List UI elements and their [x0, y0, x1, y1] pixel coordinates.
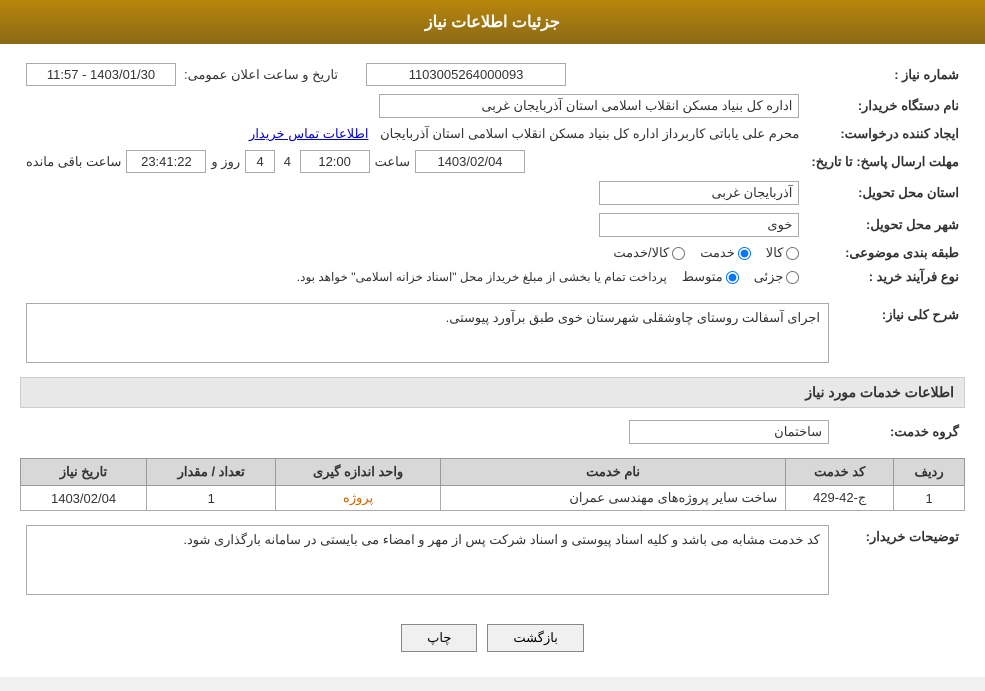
days-label: روز و	[211, 154, 240, 170]
radio-khedmat-input[interactable]	[738, 247, 751, 260]
print-button[interactable]: چاپ	[401, 624, 477, 652]
org-name-label: نام دستگاه خریدار:	[858, 98, 959, 113]
service-group-label: گروه خدمت:	[890, 424, 959, 439]
deadline-time: 12:00	[300, 150, 370, 173]
radio-mota-input[interactable]	[726, 271, 739, 284]
radio-kala-khedmat-input[interactable]	[672, 247, 685, 260]
page-title: جزئیات اطلاعات نیاز	[425, 14, 560, 31]
creator-label: ایجاد کننده درخواست:	[840, 126, 959, 141]
radio-jozii-input[interactable]	[786, 271, 799, 284]
col-name: نام خدمت	[440, 459, 785, 486]
col-quantity: تعداد / مقدار	[147, 459, 276, 486]
org-name-value: اداره کل بنیاد مسکن انقلاب اسلامی استان …	[379, 94, 799, 118]
radio-kala[interactable]: کالا	[766, 245, 800, 261]
buyer-notes-value: کد خدمت مشابه می باشد و کلیه اسناد پیوست…	[26, 525, 829, 595]
deadline-date: 1403/02/04	[415, 150, 525, 173]
cell-name: ساخت سایر پروژه‌های مهندسی عمران	[440, 486, 785, 511]
cell-code: ج-42-429	[786, 486, 894, 511]
city-label: شهر محل تحویل:	[866, 217, 959, 232]
radio-jozii-label: جزئی	[754, 269, 784, 285]
category-label: طبقه بندی موضوعی:	[845, 245, 959, 260]
request-number-label: شماره نیاز :	[894, 67, 959, 82]
cell-unit: پروژه	[276, 486, 441, 511]
cell-date: 1403/02/04	[21, 486, 147, 511]
province-value: آذربایجان غربی	[599, 181, 799, 205]
services-section-header: اطلاعات خدمات مورد نیاز	[20, 377, 965, 408]
radio-kala-khedmat-label: کالا/خدمت	[613, 245, 669, 261]
province-label: استان محل تحویل:	[858, 185, 959, 200]
radio-mota[interactable]: متوسط	[682, 269, 739, 285]
cell-quantity: 1	[147, 486, 276, 511]
deadline-days: 4	[245, 150, 275, 173]
radio-jozii[interactable]: جزئی	[754, 269, 800, 285]
radio-mota-label: متوسط	[682, 269, 723, 285]
description-label: شرح کلی نیاز:	[882, 307, 959, 322]
cell-row-num: 1	[894, 486, 965, 511]
col-date: تاریخ نیاز	[21, 459, 147, 486]
table-row: 1 ج-42-429 ساخت سایر پروژه‌های مهندسی عم…	[21, 486, 965, 511]
datetime-label: تاریخ و ساعت اعلان عمومی:	[184, 67, 338, 83]
service-group-value: ساختمان	[629, 420, 829, 444]
request-number-value: 1103005264000093	[366, 63, 566, 86]
radio-khedmat-label: خدمت	[700, 245, 735, 261]
page-header: جزئیات اطلاعات نیاز	[0, 0, 985, 44]
remaining-time: 23:41:22	[126, 150, 206, 173]
creator-contact-link[interactable]: اطلاعات تماس خریدار	[249, 126, 368, 141]
col-code: کد خدمت	[786, 459, 894, 486]
radio-kala-label: کالا	[766, 245, 784, 261]
deadline-label: مهلت ارسال پاسخ: تا تاریخ:	[811, 154, 959, 169]
day-label: 4	[280, 154, 294, 169]
radio-kala-khedmat[interactable]: کالا/خدمت	[613, 245, 685, 261]
buyer-notes-label: توضیحات خریدار:	[866, 529, 959, 544]
creator-value: محرم علی یاباتی کاربرداز اداره کل بنیاد …	[380, 126, 799, 141]
col-unit: واحد اندازه گیری	[276, 459, 441, 486]
col-row-num: ردیف	[894, 459, 965, 486]
radio-kala-input[interactable]	[786, 247, 799, 260]
back-button[interactable]: بازگشت	[487, 624, 583, 652]
announcement-datetime: 1403/01/30 - 11:57	[26, 63, 176, 86]
time-label: ساعت	[375, 154, 410, 170]
purchase-type-label: نوع فرآیند خرید :	[869, 269, 959, 284]
description-value: اجرای آسفالت روستای چاوشقلی شهرستان خوی …	[26, 303, 829, 363]
remaining-label: ساعت باقی مانده	[26, 154, 121, 170]
city-value: خوی	[599, 213, 799, 237]
purchase-note: پرداخت تمام یا بخشی از مبلغ خریداز محل "…	[297, 270, 667, 284]
radio-khedmat[interactable]: خدمت	[700, 245, 751, 261]
